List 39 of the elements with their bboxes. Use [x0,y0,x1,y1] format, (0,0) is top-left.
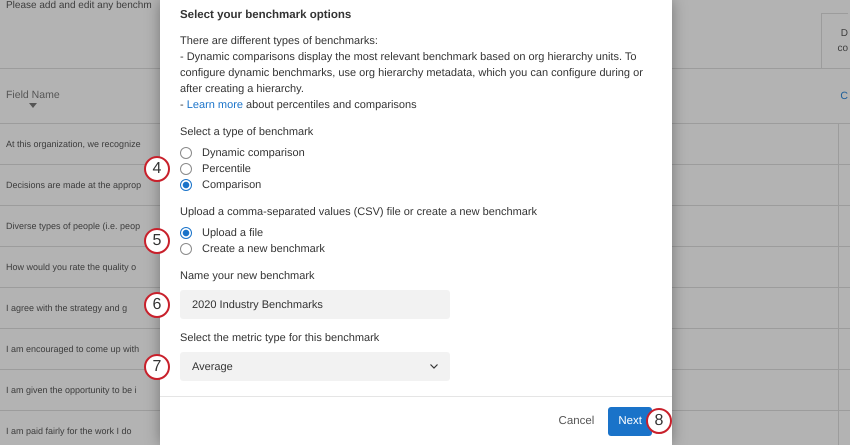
table-cell-text: I am given the opportunity to be i [5,384,137,396]
radio-label[interactable]: Comparison [202,179,262,191]
radio-button[interactable] [180,227,192,239]
step-callout: 8 [646,408,672,434]
step-callout: 5 [144,228,170,254]
next-button[interactable]: Next [608,406,652,436]
radio-label[interactable]: Upload a file [202,227,264,239]
column-header[interactable]: Field Name [6,88,60,108]
radio-button[interactable] [180,243,192,255]
description-text: - Learn more about percentiles and comparisons [180,98,418,113]
table-cell-text: Decisions are made at the approp [5,179,142,191]
group-label: Select a type of benchmark [180,125,314,140]
radio-button[interactable] [180,179,192,191]
radio-button[interactable] [180,147,192,159]
table-cell-text: I agree with the strategy and g [5,302,128,314]
table-cell-text: Diverse types of people (i.e. peop [5,220,140,232]
cancel-button[interactable]: Cancel [546,406,606,436]
column-header-box: D co [821,13,848,68]
step-callout: 4 [144,156,170,182]
table-cell-text: At this organization, we recognize [5,138,141,150]
radio-label[interactable]: Percentile [202,163,251,175]
intro-text: Please add and edit any benchm [5,0,152,12]
learn-more-link[interactable]: Learn more [186,99,243,111]
table-cell-text: I am paid fairly for the work I do [5,425,132,437]
chevron-down-icon [430,364,438,369]
sort-caret-icon [28,102,37,108]
radio-label[interactable]: Create a new benchmark [202,243,325,255]
field-label: Select the metric type for this benchmark [180,331,380,346]
dialog-title: Select your benchmark options [180,8,352,22]
group-label: Upload a comma-separated values (CSV) file or create a new benchmark [180,205,538,220]
dropdown[interactable]: Average [180,352,450,381]
description-text: There are different types of benchmarks: [180,34,379,49]
radio-label[interactable]: Dynamic comparison [202,147,305,159]
description-text: - Dynamic comparisons display the most relevant benchmark based on org hierarchy units. To configure dynamic benchmarks, use org hierarchy metadata, which you can configure during or after creating a hierarchy. [180,50,644,97]
table-cell-text: How would you rate the quality o [5,261,136,273]
field-label: Name your new benchmark [180,269,316,284]
input-field[interactable]: 2020 Industry Benchmarks [180,290,450,319]
table-cell-text: I am encouraged to come up with [5,343,140,355]
radio-button[interactable] [180,163,192,175]
